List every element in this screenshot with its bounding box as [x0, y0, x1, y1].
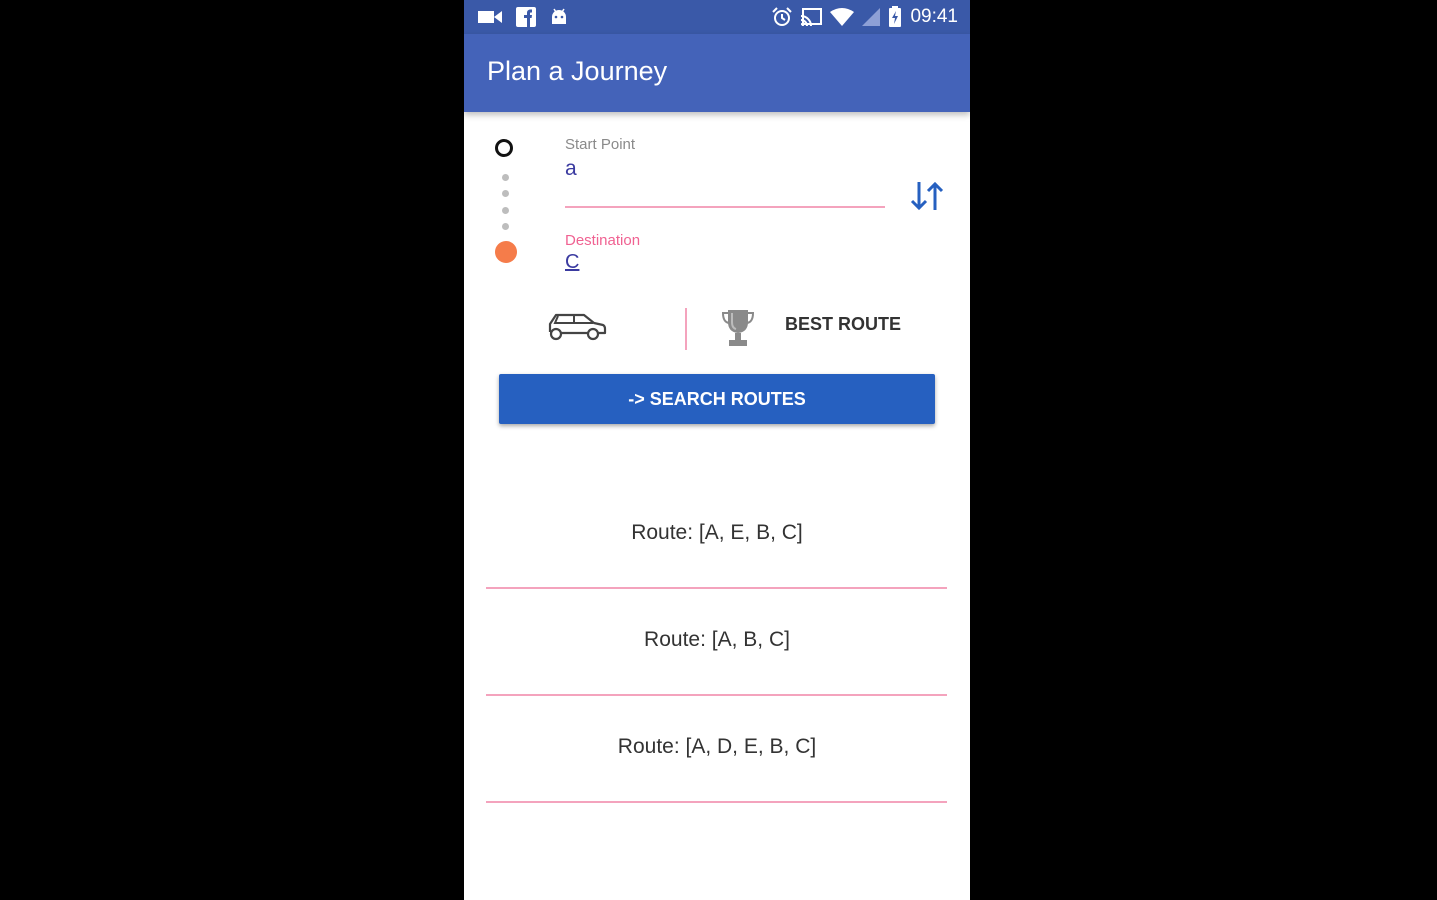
destination-marker-icon: [495, 241, 517, 263]
track-dot: [502, 190, 509, 197]
route-text: Route: [A, B, C]: [644, 628, 790, 651]
cast-icon: [801, 8, 823, 26]
track-dot: [502, 223, 509, 230]
travel-mode-row: BEST ROUTE: [464, 300, 970, 356]
list-item[interactable]: Route: [A, D, E, B, C]: [464, 697, 970, 804]
signal-icon: [862, 8, 881, 26]
battery-charging-icon: [889, 6, 902, 27]
list-divider: [486, 587, 947, 589]
start-point-marker-icon: [495, 139, 513, 157]
track-dot: [502, 174, 509, 181]
alarm-icon: [772, 7, 793, 26]
trophy-icon[interactable]: [721, 308, 755, 348]
best-route-option[interactable]: BEST ROUTE: [785, 314, 901, 335]
search-routes-button[interactable]: -> SEARCH ROUTES: [499, 374, 935, 424]
list-divider: [486, 694, 947, 696]
car-icon[interactable]: [546, 310, 608, 344]
facebook-icon: [516, 7, 536, 27]
status-time: 09:41: [910, 6, 958, 27]
list-divider: [486, 801, 947, 803]
android-icon: [552, 8, 566, 24]
start-point-underline: [565, 206, 885, 208]
destination-input[interactable]: C: [565, 251, 579, 274]
destination-label: Destination: [565, 232, 641, 249]
start-point-input[interactable]: a: [565, 157, 577, 181]
video-camera-icon: [478, 11, 502, 23]
route-results-list: Route: [A, E, B, C] Route: [A, B, C] Rou…: [464, 483, 970, 804]
mode-divider: [685, 308, 687, 350]
list-item[interactable]: Route: [A, E, B, C]: [464, 483, 970, 590]
status-bar: 09:41: [464, 0, 970, 34]
list-item[interactable]: Route: [A, B, C]: [464, 590, 970, 697]
track-dot: [502, 207, 509, 214]
route-text: Route: [A, E, B, C]: [631, 521, 803, 544]
app-bar: Plan a Journey: [464, 34, 970, 112]
start-point-label: Start Point: [565, 136, 636, 153]
route-text: Route: [A, D, E, B, C]: [617, 735, 817, 758]
phone-screen: 09:41 Plan a Journey Start Point a Desti…: [464, 0, 970, 900]
page-title: Plan a Journey: [487, 56, 668, 86]
swap-vertical-icon[interactable]: [908, 178, 948, 214]
wifi-icon: [830, 8, 855, 26]
